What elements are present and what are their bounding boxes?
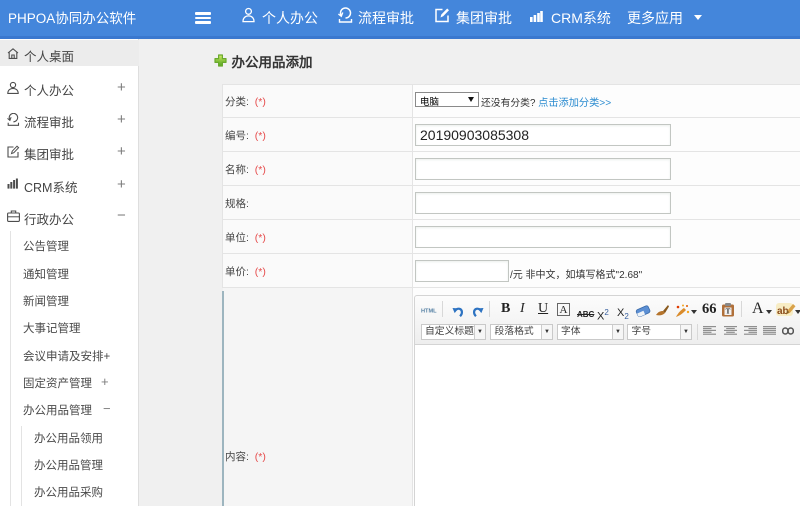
svg-text:T: T xyxy=(726,308,731,316)
